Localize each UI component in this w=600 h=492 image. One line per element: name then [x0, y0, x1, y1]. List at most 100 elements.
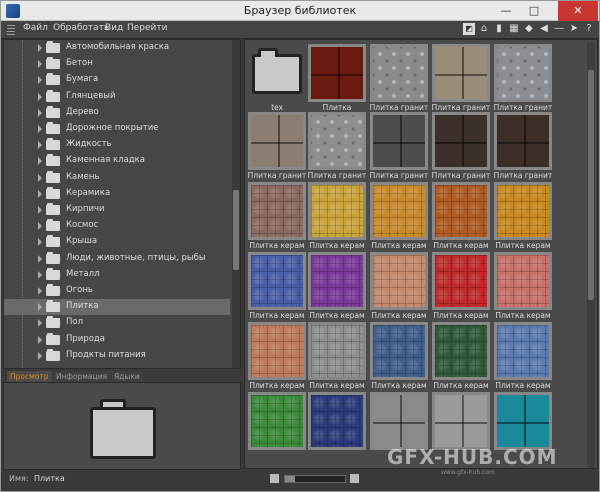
folder-thumbnail[interactable] — [252, 54, 302, 94]
expand-arrow-icon[interactable] — [38, 270, 42, 279]
tree-item[interactable]: Автомобильная краска — [4, 40, 230, 56]
material-thumbnail[interactable] — [308, 252, 366, 310]
material-thumbnail[interactable] — [370, 44, 428, 102]
folder-icon — [46, 154, 60, 167]
tab-keywords[interactable]: Ядыки — [111, 371, 143, 382]
forward-icon[interactable]: — — [553, 23, 565, 35]
material-thumbnail[interactable] — [494, 182, 552, 240]
tree-item[interactable]: Глянцевый — [4, 89, 230, 105]
tree-item[interactable]: Дерево — [4, 105, 230, 121]
expand-arrow-icon[interactable] — [38, 189, 42, 198]
expand-arrow-icon[interactable] — [38, 60, 42, 69]
expand-arrow-icon[interactable] — [38, 254, 42, 263]
tree-item[interactable]: Плитка — [4, 299, 230, 316]
menu-view[interactable]: Вид — [105, 23, 123, 33]
tree-item[interactable]: Бумага — [4, 72, 230, 88]
material-thumbnail[interactable] — [308, 44, 366, 102]
tree-item[interactable]: Жидкость — [4, 137, 230, 153]
tree-item[interactable]: Дорожное покрытие — [4, 121, 230, 137]
expand-arrow-icon[interactable] — [38, 44, 42, 52]
view-icon[interactable]: ▦ — [508, 23, 520, 35]
material-thumbnail[interactable] — [494, 112, 552, 170]
expand-arrow-icon[interactable] — [38, 222, 42, 231]
tree-item-label: Бумага — [66, 74, 99, 85]
material-thumbnail[interactable] — [308, 182, 366, 240]
material-thumbnail[interactable] — [494, 392, 552, 450]
menu-go[interactable]: Перейти — [127, 23, 168, 33]
back-icon[interactable]: ◀ — [538, 23, 550, 35]
tree-item[interactable]: Люди, животные, птицы, рыбы — [4, 251, 230, 267]
thumbnail-size-slider[interactable] — [284, 475, 346, 483]
expand-arrow-icon[interactable] — [38, 157, 42, 166]
edit-icon[interactable]: ◩ — [463, 23, 475, 35]
expand-arrow-icon[interactable] — [38, 108, 42, 117]
grid-scrollbar[interactable] — [587, 42, 595, 468]
tree-item[interactable]: Бетон — [4, 56, 230, 72]
material-thumbnail[interactable] — [494, 44, 552, 102]
material-thumbnail[interactable] — [370, 182, 428, 240]
close-button[interactable]: ✕ — [558, 1, 598, 21]
material-thumbnail[interactable] — [432, 392, 490, 450]
material-thumbnail[interactable] — [248, 182, 306, 240]
tree-scroll-thumb[interactable] — [233, 190, 239, 270]
material-thumbnail[interactable] — [432, 182, 490, 240]
material-label: Плитка керам — [309, 381, 365, 390]
material-thumbnail[interactable] — [370, 252, 428, 310]
tab-preview[interactable]: Просмотр — [7, 371, 52, 382]
menu-process[interactable]: Обработать — [53, 23, 109, 33]
small-thumbs-icon[interactable] — [270, 474, 279, 483]
home-icon[interactable]: ⌂ — [478, 23, 490, 35]
expand-arrow-icon[interactable] — [38, 335, 42, 344]
expand-arrow-icon[interactable] — [38, 303, 42, 312]
tree-item[interactable]: Огонь — [4, 283, 230, 299]
material-thumbnail[interactable] — [370, 322, 428, 380]
expand-arrow-icon[interactable] — [38, 173, 42, 182]
material-thumbnail[interactable] — [494, 322, 552, 380]
large-thumbs-icon[interactable] — [350, 474, 359, 483]
tree-item[interactable]: Крыша — [4, 234, 230, 250]
material-thumbnail[interactable] — [432, 322, 490, 380]
name-value: Плитка — [34, 474, 65, 483]
expand-arrow-icon[interactable] — [38, 319, 42, 328]
expand-arrow-icon[interactable] — [38, 125, 42, 133]
expand-arrow-icon[interactable] — [38, 206, 42, 214]
up-icon[interactable]: ▮ — [493, 23, 505, 35]
expand-arrow-icon[interactable] — [38, 287, 42, 295]
material-thumbnail[interactable] — [248, 252, 306, 310]
tree-item[interactable]: Космос — [4, 218, 230, 234]
expand-arrow-icon[interactable] — [38, 76, 42, 85]
expand-arrow-icon[interactable] — [38, 141, 42, 150]
tree-item[interactable]: Камень — [4, 170, 230, 186]
material-thumbnail[interactable] — [370, 112, 428, 170]
pointer-icon[interactable]: ➤ — [568, 23, 580, 35]
tree-item[interactable]: Пол — [4, 315, 230, 331]
tab-info[interactable]: Информация — [53, 371, 111, 382]
material-thumbnail[interactable] — [248, 112, 306, 170]
grid-scroll-thumb[interactable] — [588, 70, 594, 300]
menu-file[interactable]: Файл — [23, 23, 48, 33]
expand-arrow-icon[interactable] — [38, 92, 42, 101]
material-thumbnail[interactable] — [248, 392, 306, 450]
material-thumbnail[interactable] — [370, 392, 428, 450]
tree-scrollbar[interactable] — [232, 40, 240, 368]
material-thumbnail[interactable] — [308, 322, 366, 380]
material-thumbnail[interactable] — [248, 322, 306, 380]
tree-item[interactable]: Продкты питания — [4, 348, 230, 364]
material-thumbnail[interactable] — [308, 392, 366, 450]
material-thumbnail[interactable] — [308, 112, 366, 170]
tree-item[interactable]: Керамика — [4, 186, 230, 202]
material-thumbnail[interactable] — [494, 252, 552, 310]
tree-item[interactable]: Кирпичи — [4, 202, 230, 218]
help-icon[interactable]: ? — [583, 23, 595, 35]
expand-arrow-icon[interactable] — [38, 351, 42, 360]
tree-item[interactable]: Металл — [4, 267, 230, 283]
expand-arrow-icon[interactable] — [38, 238, 42, 247]
tree-item[interactable]: Природа — [4, 332, 230, 348]
sort-icon[interactable]: ◆ — [523, 23, 535, 35]
material-thumbnail[interactable] — [432, 112, 490, 170]
material-thumbnail[interactable] — [432, 44, 490, 102]
maximize-button[interactable]: □ — [521, 1, 547, 21]
material-thumbnail[interactable] — [432, 252, 490, 310]
tree-item[interactable]: Каменная кладка — [4, 153, 230, 169]
minimize-button[interactable]: — — [493, 1, 519, 21]
